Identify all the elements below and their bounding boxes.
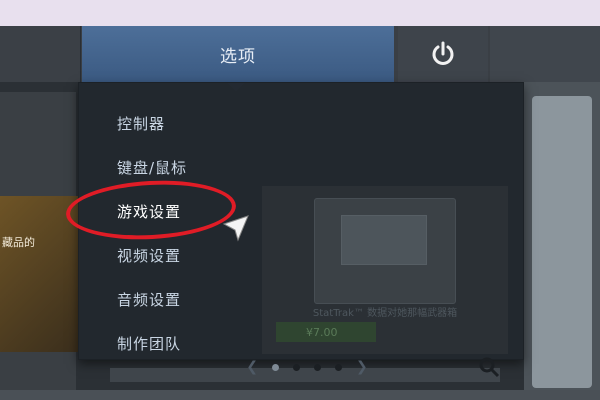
carousel-pager: ❮ ❯ — [222, 356, 392, 378]
store-item-caption: StatTrak™ 数据对她那幅武器箱 — [312, 308, 458, 319]
menu-item-credits[interactable]: 制作团队 — [117, 333, 181, 354]
power-button[interactable] — [398, 26, 488, 82]
power-icon — [432, 41, 454, 65]
menu-item-audio-settings[interactable]: 音频设置 — [117, 289, 181, 310]
bottom-strip — [0, 390, 600, 400]
magnifier-icon[interactable] — [478, 356, 500, 378]
menu-item-game-settings[interactable]: 游戏设置 — [117, 201, 181, 222]
menu-item-controller[interactable]: 控制器 — [117, 113, 165, 134]
carousel-next-icon[interactable]: ❯ — [356, 359, 368, 375]
carousel-dot[interactable] — [293, 363, 300, 371]
window-top-strip — [0, 0, 600, 26]
store-item-price: ¥7.00 — [276, 322, 376, 342]
menu-item-keyboard-mouse[interactable]: 键盘/鼠标 — [117, 157, 187, 178]
background-store-item-card: StatTrak™ 数据对她那幅武器箱 ¥7.00 — [262, 186, 508, 354]
carousel-dot[interactable] — [272, 363, 279, 371]
carousel-dot[interactable] — [314, 363, 321, 371]
nav-left-tab[interactable] — [0, 26, 81, 82]
top-navbar: 选项 — [0, 26, 600, 91]
options-tab-label: 选项 — [220, 46, 256, 67]
promo-card-text: 藏品的 — [2, 236, 35, 249]
weapon-case-screen — [341, 215, 427, 265]
mouse-cursor-icon — [222, 215, 249, 242]
carousel-prev-icon[interactable]: ❮ — [246, 359, 258, 375]
nav-right-area — [490, 26, 600, 82]
background-panel-right — [524, 82, 600, 400]
background-panel-right-inner — [532, 96, 592, 388]
options-tab[interactable]: 选项 — [82, 26, 394, 91]
background-promo-card: 藏品的 — [0, 196, 80, 352]
weapon-case-image — [314, 198, 456, 304]
menu-item-video-settings[interactable]: 视频设置 — [117, 245, 181, 266]
carousel-dot[interactable] — [335, 363, 342, 371]
